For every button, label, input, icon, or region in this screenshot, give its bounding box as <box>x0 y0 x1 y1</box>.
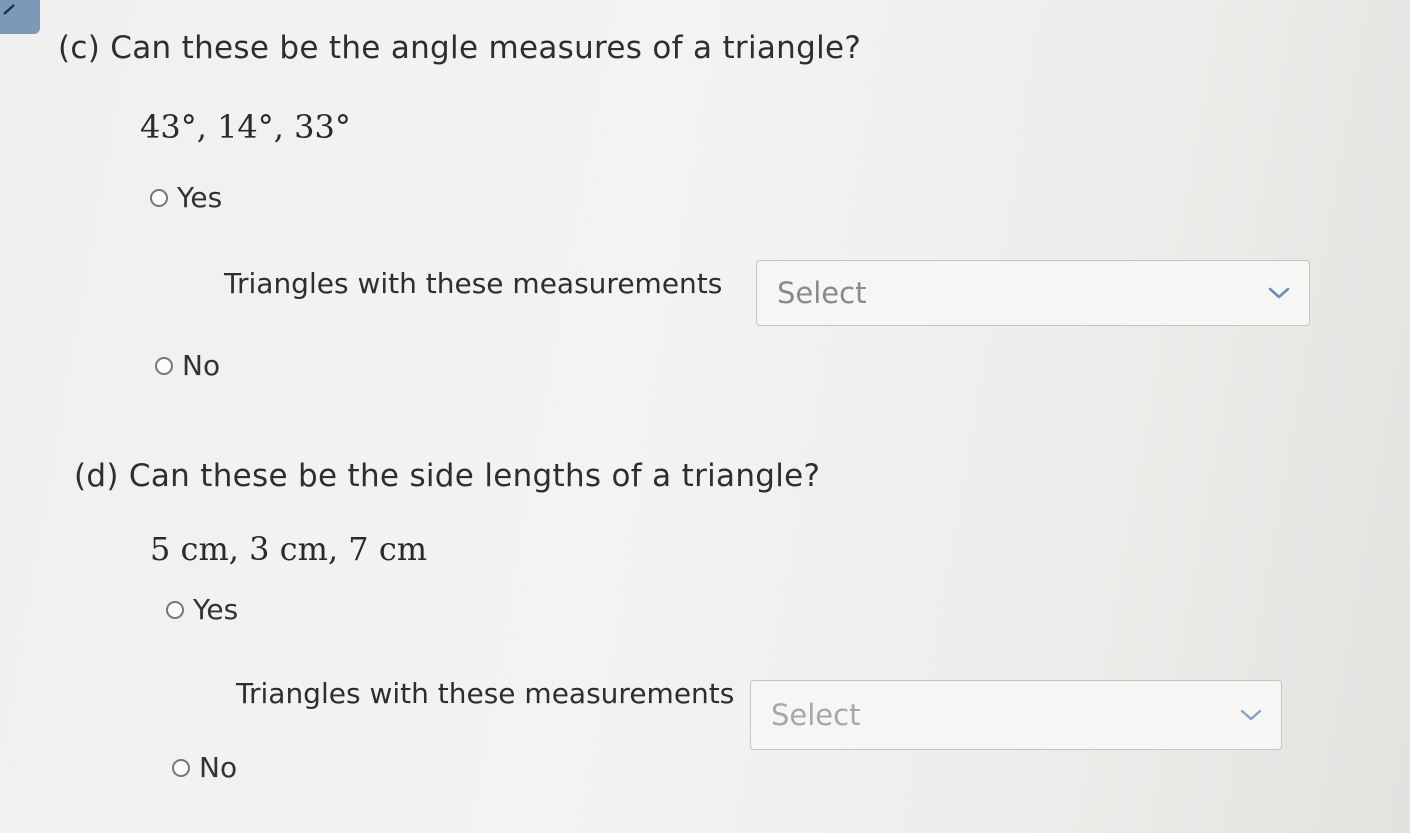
chevron-down-icon <box>1268 287 1290 299</box>
select-c-dropdown[interactable]: Select <box>756 260 1310 326</box>
radio-d-no[interactable] <box>172 758 190 777</box>
followup-c-text: Triangles with these measurements <box>224 267 723 300</box>
question-c-title: (c) Can these be the angle measures of a… <box>58 30 862 66</box>
option-d-yes-label: Yes <box>193 593 239 626</box>
corner-status-tab <box>0 0 40 34</box>
select-d-dropdown[interactable]: Select <box>750 680 1282 750</box>
question-d-title: (d) Can these be the side lengths of a t… <box>74 458 821 494</box>
chevron-down-icon <box>1240 709 1262 721</box>
radio-c-yes[interactable] <box>150 188 168 207</box>
option-d-no-label: No <box>199 751 238 784</box>
checkmark-icon <box>3 4 15 15</box>
option-d-yes[interactable]: Yes <box>166 593 238 626</box>
select-c-value: Select <box>777 276 867 310</box>
followup-d-text: Triangles with these measurements <box>236 677 735 710</box>
question-c-values: 43°, 14°, 33° <box>140 108 351 146</box>
option-d-no[interactable]: No <box>172 751 237 784</box>
radio-d-yes[interactable] <box>166 600 184 619</box>
select-d-value: Select <box>771 698 861 732</box>
radio-c-no[interactable] <box>155 356 173 375</box>
option-c-yes[interactable]: Yes <box>150 181 222 214</box>
option-c-no[interactable]: No <box>155 349 220 382</box>
question-d-values: 5 cm, 3 cm, 7 cm <box>150 530 428 568</box>
option-c-yes-label: Yes <box>177 181 223 214</box>
option-c-no-label: No <box>182 349 221 382</box>
